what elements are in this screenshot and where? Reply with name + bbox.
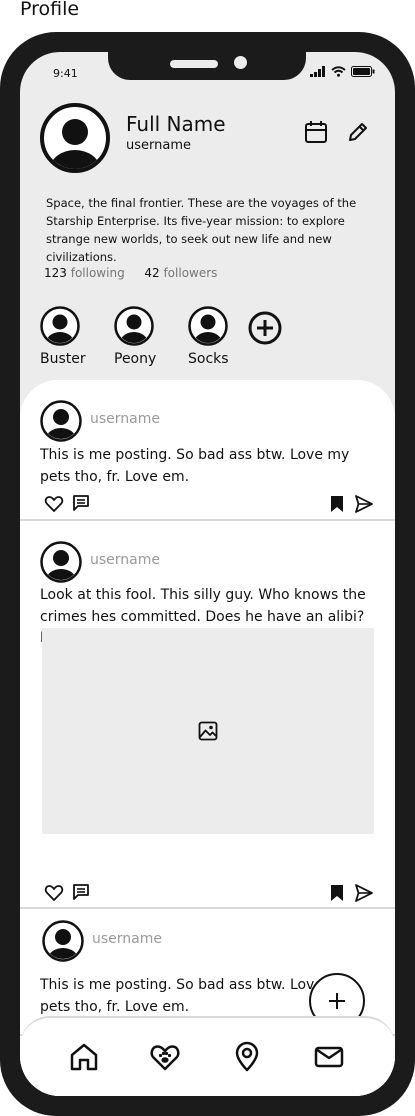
- post-avatar[interactable]: [40, 541, 82, 583]
- post-card: username This is me posting. So bad ass …: [20, 400, 395, 521]
- bookmark-icon[interactable]: [327, 883, 347, 903]
- post-username[interactable]: username: [90, 552, 160, 568]
- pet-item[interactable]: Peony: [114, 306, 188, 367]
- page-title: Profile: [20, 0, 80, 20]
- plus-icon: [329, 993, 345, 1009]
- post-avatar[interactable]: [42, 920, 84, 962]
- bottom-nav: [20, 1016, 395, 1096]
- pet-name: Buster: [40, 351, 86, 367]
- screen: 9:41 Full Name username Space, the final…: [20, 52, 395, 1096]
- battery-icon: [351, 66, 375, 77]
- add-pet-button[interactable]: [248, 311, 282, 345]
- pet-item[interactable]: Buster: [40, 306, 114, 367]
- pet-name: Peony: [114, 351, 157, 367]
- heart-icon[interactable]: [44, 883, 64, 903]
- calendar-icon: [305, 121, 327, 143]
- calendar-button[interactable]: [302, 118, 330, 146]
- phone-frame: 9:41 Full Name username Space, the final…: [0, 32, 415, 1116]
- send-icon[interactable]: [354, 494, 374, 514]
- pet-avatar: [40, 306, 80, 346]
- mail-icon[interactable]: [313, 1041, 345, 1073]
- status-time: 9:41: [53, 67, 78, 80]
- following-label[interactable]: following: [71, 266, 125, 280]
- post-text: This is me posting. So bad ass btw. Love…: [40, 447, 350, 485]
- bookmark-icon[interactable]: [327, 494, 347, 514]
- speaker: [170, 60, 218, 68]
- profile-full-name: Full Name: [126, 112, 226, 136]
- pet-name: Socks: [188, 351, 229, 367]
- signal-icon: [310, 66, 325, 77]
- followers-label[interactable]: followers: [163, 266, 217, 280]
- pet-avatar: [188, 306, 228, 346]
- wifi-icon: [331, 66, 346, 77]
- profile-username: username: [126, 138, 191, 153]
- home-icon[interactable]: [68, 1041, 100, 1073]
- pet-avatar: [114, 306, 154, 346]
- profile-avatar[interactable]: [40, 103, 110, 173]
- notch: [108, 52, 306, 80]
- post-avatar[interactable]: [40, 400, 82, 442]
- following-count[interactable]: 123: [44, 266, 67, 280]
- send-icon[interactable]: [354, 883, 374, 903]
- image-icon: [198, 721, 218, 741]
- profile-bio: Space, the final frontier. These are the…: [46, 196, 357, 264]
- profile-stats: 123 following 42 followers: [44, 266, 217, 280]
- followers-count[interactable]: 42: [144, 266, 159, 280]
- comment-icon[interactable]: [71, 882, 91, 902]
- edit-profile-button[interactable]: [344, 118, 372, 146]
- pets-row: Buster Peony Socks: [40, 306, 262, 367]
- edit-pencil-icon: [349, 123, 367, 141]
- post-username[interactable]: username: [92, 931, 162, 947]
- post-image-placeholder[interactable]: [42, 628, 374, 834]
- heart-icon[interactable]: [44, 494, 64, 514]
- camera: [234, 56, 247, 69]
- paw-heart-icon[interactable]: [149, 1041, 181, 1073]
- post-username[interactable]: username: [90, 411, 160, 427]
- location-pin-icon[interactable]: [231, 1041, 263, 1073]
- status-icons: [310, 66, 375, 77]
- comment-icon[interactable]: [71, 493, 91, 513]
